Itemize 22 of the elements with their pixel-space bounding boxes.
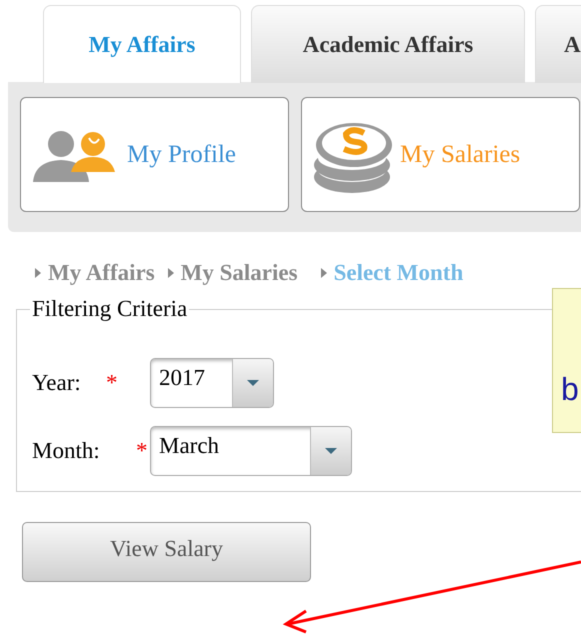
field-label: Year: <box>32 370 82 396</box>
dropdown[interactable]: 2017 <box>150 358 274 408</box>
tooltip-text: b <box>561 371 579 408</box>
caret-icon <box>320 267 328 279</box>
view-salary-button[interactable]: View Salary <box>22 522 311 582</box>
required-mark: * <box>106 370 118 396</box>
breadcrumb-link[interactable]: My Salaries <box>180 260 298 286</box>
breadcrumb-link[interactable]: My Affairs <box>48 260 155 286</box>
tab[interactable]: Academic Affairs <box>251 5 525 83</box>
field-label: Month: <box>32 438 101 464</box>
caret-icon <box>34 267 42 279</box>
caret-icon <box>324 447 338 455</box>
dropdown[interactable]: March <box>150 426 352 476</box>
breadcrumb-link[interactable]: Select Month <box>334 260 464 286</box>
caret-icon <box>166 267 175 279</box>
required-mark: * <box>136 438 148 464</box>
tab[interactable]: A <box>535 5 581 83</box>
menu-tile[interactable]: My Profile <box>20 97 289 212</box>
group-title: Filtering Criteria <box>31 296 188 322</box>
caret-icon <box>246 379 260 387</box>
tab[interactable]: My Affairs <box>43 5 241 83</box>
menu-tile[interactable]: My Salaries <box>301 97 580 212</box>
